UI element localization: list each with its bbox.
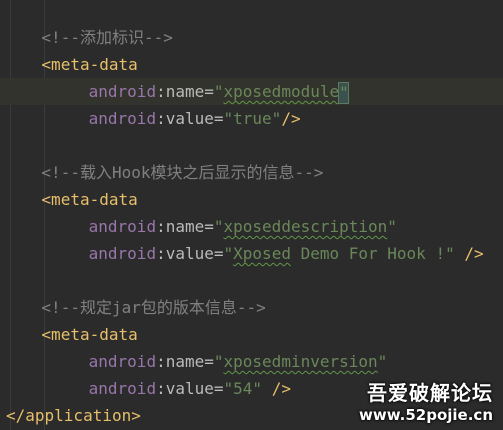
code-line[interactable]: <meta-data <box>0 321 503 348</box>
code-line[interactable]: android:name="xposeddescription" <box>0 213 503 240</box>
code-line[interactable]: android:name="xposedminversion" <box>0 348 503 375</box>
code-token-tag: <meta-data <box>41 190 138 209</box>
code-token-punct <box>455 244 465 263</box>
code-line[interactable]: android:value="true"/> <box>0 105 503 132</box>
code-token-quote: " <box>377 352 388 371</box>
code-token-comment: <!--添加标识--> <box>41 28 173 47</box>
text-cursor: " <box>338 81 350 104</box>
watermark-url: www.52pojie.cn <box>359 406 493 424</box>
code-token-attr-ns: android <box>88 109 157 128</box>
code-token-str: "54" <box>223 379 263 398</box>
code-token-str: xposedminversion <box>223 352 378 371</box>
code-token-attr: :name= <box>156 217 214 236</box>
code-token-tag: /> <box>281 109 301 128</box>
code-token-punct <box>262 379 272 398</box>
code-token-attr: :name= <box>156 82 214 101</box>
code-token-str: Xposed <box>233 244 291 263</box>
code-token-attr-ns: android <box>88 352 157 371</box>
code-token-quote: " <box>223 244 234 263</box>
code-token-attr-ns: android <box>88 82 157 101</box>
code-token-attr-ns: android <box>88 379 157 398</box>
code-token-tag: /> <box>271 379 291 398</box>
code-token-quote: " <box>387 217 397 236</box>
code-line[interactable]: <!--载入Hook模块之后显示的信息--> <box>0 159 503 186</box>
code-token-attr-ns: android <box>88 244 157 263</box>
code-token-comment: <!--载入Hook模块之后显示的信息--> <box>41 163 324 182</box>
watermark-title: 吾爱破解论坛 <box>367 381 493 405</box>
code-token-str: "true" <box>223 109 282 128</box>
code-token-tag: </application> <box>6 406 141 425</box>
code-line[interactable]: <!--规定jar包的版本信息--> <box>0 294 503 321</box>
code-token-attr-ns: android <box>88 217 157 236</box>
code-line[interactable] <box>0 132 503 159</box>
code-token-str: xposeddescription <box>223 217 388 236</box>
code-token-attr: :value= <box>156 379 224 398</box>
code-token-tag: <meta-data <box>41 325 138 344</box>
code-token-comment: <!--规定jar包的版本信息--> <box>41 298 266 317</box>
code-token-tag: <meta-data <box>41 55 138 74</box>
code-line[interactable]: <!--添加标识--> <box>0 24 503 51</box>
code-token-quote: " <box>213 352 224 371</box>
code-token-attr: :name= <box>156 352 214 371</box>
code-line[interactable]: android:value="Xposed Demo For Hook !" /… <box>0 240 503 267</box>
code-token-str: Demo For Hook !" <box>290 244 455 263</box>
code-token-quote: " <box>213 82 224 101</box>
code-line[interactable]: <meta-data <box>0 186 503 213</box>
code-line[interactable] <box>0 267 503 294</box>
code-token-quote: " <box>213 217 224 236</box>
code-token-tag: /> <box>464 244 484 263</box>
code-token-attr: :value= <box>156 109 224 128</box>
code-token-str: xposedmodule <box>223 82 340 101</box>
code-token-attr: :value= <box>156 244 224 263</box>
code-line[interactable]: <meta-data <box>0 51 503 78</box>
code-line[interactable]: android:name="xposedmodule" <box>0 78 503 105</box>
watermark: 吾爱破解论坛 www.52pojie.cn <box>359 377 493 424</box>
